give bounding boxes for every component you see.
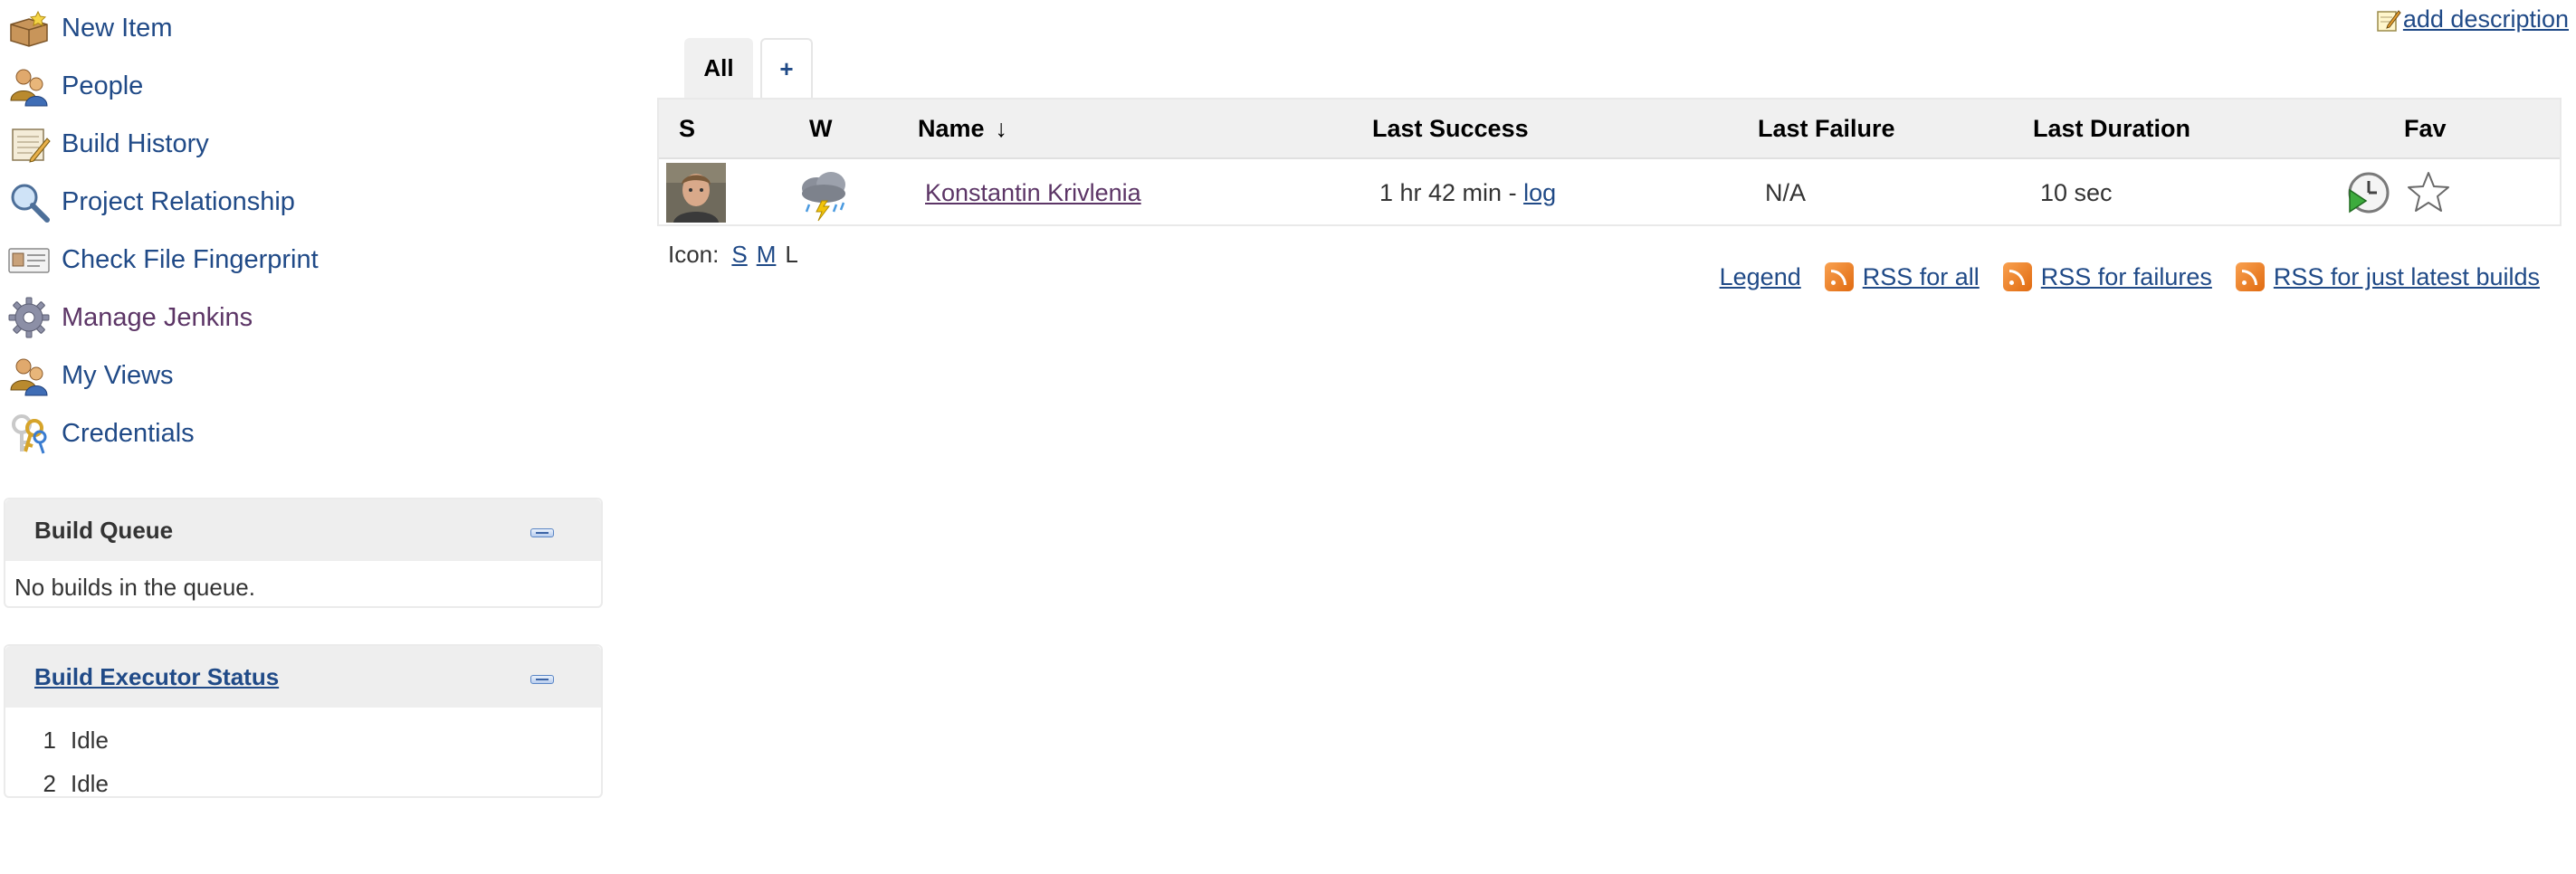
icon-size-small-link[interactable]: S xyxy=(731,241,747,269)
build-history-icon xyxy=(12,128,51,163)
icon-size-label: Icon: xyxy=(668,241,720,268)
executor-status-header: Build Executor Status xyxy=(5,646,601,708)
sidebar-item-check-file-fingerprint[interactable]: Check File Fingerprint xyxy=(7,233,319,287)
executor-number: 1 xyxy=(43,726,56,754)
thunderstorm-icon xyxy=(802,172,845,222)
tab-all[interactable]: All xyxy=(684,38,753,98)
sidebar-item-project-relationship[interactable]: Project Relationship xyxy=(7,175,295,229)
build-queue-pane: Build Queue No builds in the queue. xyxy=(4,498,603,608)
actions-cell xyxy=(2346,159,2451,226)
column-header-name: Name xyxy=(918,115,985,142)
my-views-icon xyxy=(10,358,48,396)
sidebar-item-label: My Views xyxy=(62,360,174,390)
tab-new-view[interactable]: + xyxy=(760,38,813,98)
rss-latest-item: RSS for just latest builds xyxy=(2235,262,2540,291)
magnifier-icon xyxy=(11,184,50,223)
name-cell: Konstantin Krivlenia xyxy=(925,159,1141,226)
last-success-time: 1 hr 42 min - xyxy=(1379,178,1517,206)
weather-cell xyxy=(795,159,854,226)
build-queue-title: Build Queue xyxy=(34,516,174,544)
sidebar-item-label: Check File Fingerprint xyxy=(62,244,319,274)
rss-bar: Legend RSS for all RSS for failures RSS … xyxy=(1720,262,2540,291)
sort-arrow-icon: ↓ xyxy=(995,115,1008,142)
status-cell xyxy=(666,159,726,226)
people-icon xyxy=(10,69,48,107)
rss-latest-link[interactable]: RSS for just latest builds xyxy=(2274,263,2540,291)
column-header-weather[interactable]: W xyxy=(809,100,832,157)
column-header-last-failure[interactable]: Last Failure xyxy=(1758,100,1895,157)
rss-all-item: RSS for all xyxy=(1824,262,1980,291)
user-avatar-icon xyxy=(666,163,726,223)
console-log-link[interactable]: log xyxy=(1523,179,1556,207)
table-header: S W Name ↓ Last Success Last Failure Last… xyxy=(659,100,2560,159)
executor-row: 2 Idle xyxy=(5,765,109,802)
executor-status-title-link[interactable]: Build Executor Status xyxy=(34,663,279,691)
sidebar-item-new-item[interactable]: New Item xyxy=(7,1,172,55)
job-name-link[interactable]: Konstantin Krivlenia xyxy=(925,179,1141,207)
sidebar-item-my-views[interactable]: My Views xyxy=(7,348,174,403)
icon-size-selector: Icon: S M L xyxy=(668,241,798,269)
sidebar-item-manage-jenkins[interactable]: Manage Jenkins xyxy=(7,290,253,345)
column-header-last-duration[interactable]: Last Duration xyxy=(2033,100,2190,157)
column-header-last-success[interactable]: Last Success xyxy=(1372,100,1529,157)
rss-all-link[interactable]: RSS for all xyxy=(1863,263,1980,291)
sidebar-item-label: People xyxy=(62,71,144,100)
column-header-status[interactable]: S xyxy=(679,100,695,157)
sidebar-item-label: Build History xyxy=(62,128,209,158)
fingerprint-icon xyxy=(8,248,50,273)
last-failure-cell: N/A xyxy=(1765,178,1807,206)
column-header-name-group[interactable]: Name ↓ xyxy=(918,100,1007,157)
sidebar-item-label: Manage Jenkins xyxy=(62,302,253,332)
executor-state: Idle xyxy=(71,769,109,797)
table-row: Konstantin Krivlenia 1 hr 42 min - log N… xyxy=(659,159,2560,226)
gear-icon xyxy=(8,297,50,338)
executor-row: 1 Idle xyxy=(5,722,109,758)
collapse-executor-status-button[interactable] xyxy=(530,675,554,684)
projects-table: S W Name ↓ Last Success Last Failure Last… xyxy=(657,98,2562,226)
column-header-fav[interactable]: Fav xyxy=(2404,100,2447,157)
sidebar-item-label: Credentials xyxy=(62,418,195,448)
last-duration-cell: 10 sec xyxy=(2040,178,2113,206)
build-queue-header: Build Queue xyxy=(5,499,601,561)
executor-state: Idle xyxy=(71,726,109,754)
icon-size-large-current: L xyxy=(785,241,798,268)
sidebar-item-build-history[interactable]: Build History xyxy=(7,117,209,171)
sidebar-item-credentials[interactable]: Credentials xyxy=(7,406,195,461)
sidebar-item-label: Project Relationship xyxy=(62,186,295,216)
executor-number: 2 xyxy=(43,769,56,797)
collapse-build-queue-button[interactable] xyxy=(530,528,554,537)
build-queue-empty-text: No builds in the queue. xyxy=(14,574,255,601)
schedule-build-icon[interactable] xyxy=(2346,170,2391,215)
rss-failures-link[interactable]: RSS for failures xyxy=(2041,263,2212,291)
legend-link[interactable]: Legend xyxy=(1720,263,1801,291)
rss-feed-icon xyxy=(2235,262,2265,291)
add-description: add description xyxy=(2376,5,2569,33)
edit-note-icon xyxy=(2377,9,2401,32)
sidebar-item-people[interactable]: People xyxy=(7,59,143,113)
rss-feed-icon xyxy=(2002,262,2032,291)
rss-failures-item: RSS for failures xyxy=(2002,262,2212,291)
add-description-link[interactable]: add description xyxy=(2403,5,2569,33)
favorite-star-icon[interactable] xyxy=(2406,170,2451,215)
new-item-icon xyxy=(10,10,48,47)
build-executor-status-pane: Build Executor Status 1 Idle 2 Idle xyxy=(4,644,603,798)
sidebar-item-label: New Item xyxy=(62,13,173,43)
icon-size-medium-link[interactable]: M xyxy=(757,241,777,269)
last-success-cell: 1 hr 42 min - log xyxy=(1379,159,1556,226)
keys-icon xyxy=(12,414,47,454)
rss-feed-icon xyxy=(1824,262,1854,291)
